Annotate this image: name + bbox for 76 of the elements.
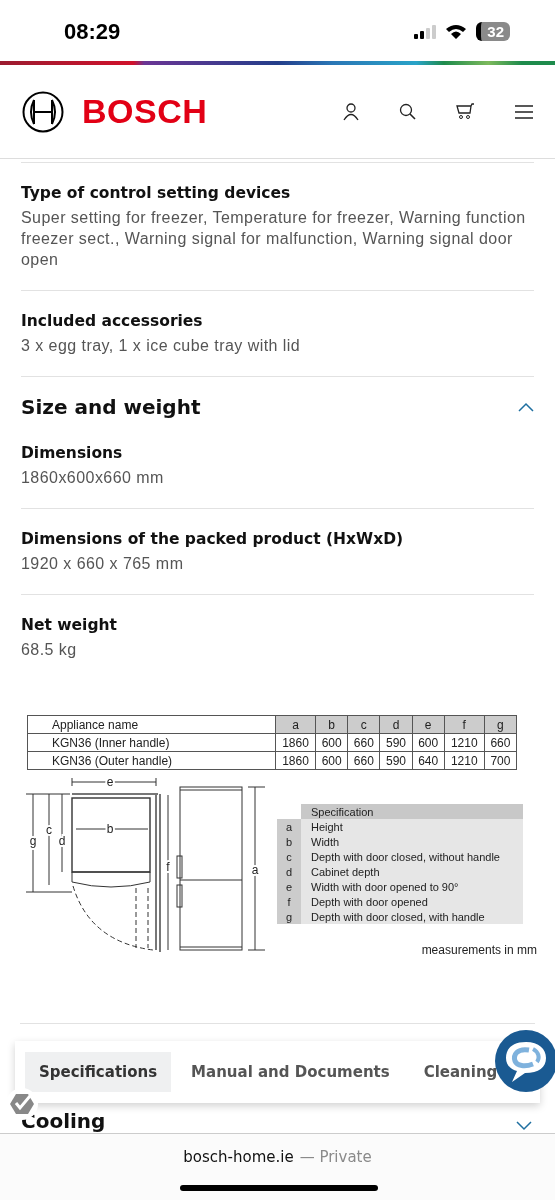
- dimension-label: d: [58, 834, 66, 848]
- spec-value: 1920 x 660 x 765 mm: [21, 554, 185, 574]
- chevron-up-icon[interactable]: [518, 402, 534, 412]
- measurement-note: measurements in mm: [420, 943, 537, 957]
- column-header: b: [315, 715, 348, 734]
- legend-letter: c: [277, 849, 301, 864]
- table-cell: 660: [347, 751, 380, 770]
- legend-text: Width with door opened to 90°: [301, 879, 523, 894]
- legend-letter: g: [277, 909, 301, 924]
- table-cell: 1210: [444, 751, 485, 770]
- menu-icon[interactable]: [515, 104, 533, 119]
- spec-label: Net weight: [21, 616, 118, 634]
- legend-text: Depth with door opened: [301, 894, 523, 909]
- table-cell: 600: [315, 733, 348, 752]
- dimension-label: b: [106, 822, 114, 836]
- legend-letter: a: [277, 819, 301, 834]
- spec-value: Super setting for freezer, Temperature for freezer, Warning function freezer sect., Warning signal for malfunction, Warning signal door open: [21, 208, 527, 270]
- spec-label: Included accessories: [21, 312, 204, 330]
- dimension-label: c: [46, 823, 52, 837]
- legend-letter: e: [277, 879, 301, 894]
- column-header: g: [484, 715, 517, 734]
- url-text[interactable]: bosch-home.ie: [183, 1148, 294, 1166]
- table-cell: 1860: [275, 733, 316, 752]
- legend-letter: b: [277, 834, 301, 849]
- dimension-label: f: [166, 860, 170, 874]
- section-heading[interactable]: Size and weight: [21, 395, 201, 419]
- chat-icon[interactable]: [495, 1030, 555, 1092]
- cart-icon[interactable]: [456, 103, 475, 120]
- table-cell: 660: [484, 733, 517, 752]
- dimension-label: g: [29, 834, 37, 848]
- table-cell: KGN36 (Outer handle): [27, 751, 276, 770]
- table-cell: KGN36 (Inner handle): [27, 733, 276, 752]
- table-cell: 1860: [275, 751, 316, 770]
- dimension-label: a: [251, 863, 259, 877]
- battery-level: 32: [476, 22, 510, 41]
- legend-text: Depth with door closed, with handle: [301, 909, 523, 924]
- table-cell: 700: [484, 751, 517, 770]
- table-cell: 640: [412, 751, 445, 770]
- table-cell: 660: [347, 733, 380, 752]
- column-header: c: [347, 715, 380, 734]
- legend-text: Depth with door closed, without handle: [301, 849, 523, 864]
- column-header: e: [412, 715, 445, 734]
- spec-value: 1860x600x660 mm: [21, 468, 165, 488]
- tab[interactable]: Cleaning: [409, 1052, 498, 1092]
- user-icon[interactable]: [343, 102, 359, 121]
- wifi-icon: [445, 23, 468, 40]
- table-cell: 1210: [444, 733, 485, 752]
- legend-text: Height: [301, 819, 523, 834]
- legend-text: Width: [301, 834, 523, 849]
- column-header: a: [275, 715, 316, 734]
- signal-icon: [414, 24, 437, 39]
- legend-letter: f: [277, 894, 301, 909]
- spec-label: Type of control setting devices: [21, 184, 292, 202]
- spec-label: Dimensions of the packed product (HxWxD): [21, 530, 405, 548]
- legend-letter: d: [277, 864, 301, 879]
- brand-logo[interactable]: BOSCH: [82, 92, 208, 131]
- search-icon[interactable]: [399, 103, 416, 120]
- spec-value: 3 x egg tray, 1 x ice cube tray with lid: [21, 336, 302, 356]
- dimension-label: e: [106, 775, 114, 789]
- column-header: Appliance name: [27, 715, 276, 734]
- privacy-label: — Private: [299, 1148, 372, 1166]
- table-cell: 600: [412, 733, 445, 752]
- table-cell: 590: [379, 751, 413, 770]
- table-cell: 600: [315, 751, 348, 770]
- spec-label: Dimensions: [21, 444, 124, 462]
- chevron-down-icon[interactable]: [516, 1121, 532, 1131]
- legend-text: Cabinet depth: [301, 864, 523, 879]
- table-cell: 590: [379, 733, 413, 752]
- column-header: f: [444, 715, 485, 734]
- status-time: 08:29: [64, 19, 121, 45]
- spec-value: 68.5 kg: [21, 640, 78, 660]
- tab[interactable]: Specifications: [25, 1052, 172, 1092]
- logo-icon[interactable]: [22, 90, 64, 133]
- tab[interactable]: Manual and Documents: [177, 1052, 404, 1092]
- legend-heading: Specification: [301, 804, 523, 819]
- column-header: d: [379, 715, 413, 734]
